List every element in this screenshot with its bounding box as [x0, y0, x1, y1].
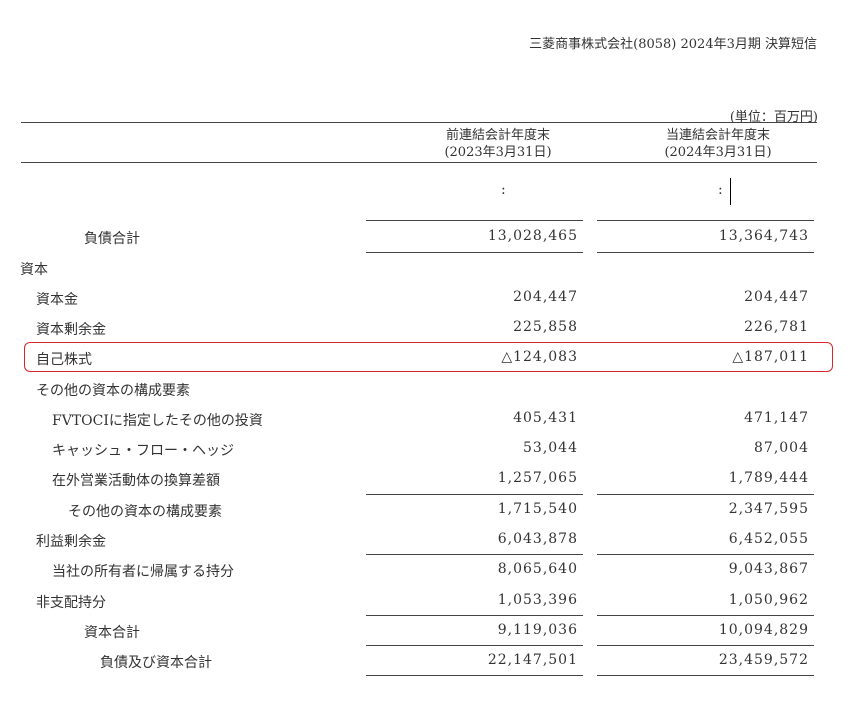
- rule: [366, 220, 583, 221]
- row-label: 当社の所有者に帰属する持分: [52, 564, 234, 580]
- rule: [597, 252, 814, 253]
- row-value-current: 1,050,962: [728, 592, 809, 608]
- rule: [597, 220, 814, 221]
- row-label: FVTOCIに指定したその他の投資: [52, 413, 263, 429]
- rule: [366, 645, 583, 646]
- column-header-previous-date: (2023年3月31日): [444, 145, 552, 160]
- row-label: 資本剰余金: [36, 322, 106, 338]
- header-bottom-rule: [21, 162, 817, 163]
- row-value-previous: 225,858: [513, 319, 578, 335]
- document-header: 三菱商事株式会社(8058) 2024年3月期 決算短信: [529, 37, 817, 52]
- row-value-previous: △124,083: [501, 349, 578, 365]
- row-label-treasury-stock: 自己株式: [36, 352, 92, 368]
- row-value-current: 87,004: [754, 440, 809, 456]
- row-label: 在外営業活動体の換算差額: [52, 473, 220, 489]
- ellipsis-mark-previous: :: [501, 182, 506, 198]
- row-label: 資本金: [36, 292, 78, 308]
- rule: [597, 675, 814, 676]
- rule: [597, 645, 814, 646]
- ellipsis-mark-current: :: [718, 182, 723, 198]
- row-value-current: △187,011: [732, 349, 809, 365]
- rule: [366, 615, 583, 616]
- row-value-previous: 1,715,540: [497, 501, 578, 517]
- rule: [366, 675, 583, 676]
- row-value-current: 204,447: [744, 289, 809, 305]
- column-header-current-date: (2024年3月31日): [664, 145, 772, 160]
- row-value-current: 2,347,595: [728, 501, 809, 517]
- rule: [366, 252, 583, 253]
- row-value-current: 10,094,829: [718, 622, 809, 638]
- table-top-rule: [21, 122, 817, 123]
- row-label: 非支配持分: [36, 595, 106, 611]
- row-value-previous: 9,119,036: [497, 622, 578, 638]
- row-value-previous: 1,053,396: [497, 592, 578, 608]
- rule: [366, 554, 583, 555]
- column-header-current: 当連結会計年度末 (2024年3月31日): [608, 127, 828, 161]
- row-label: 利益剰余金: [36, 534, 106, 550]
- rule: [366, 494, 583, 495]
- column-header-previous: 前連結会計年度末 (2023年3月31日): [388, 127, 608, 161]
- column-header-previous-period: 前連結会計年度末: [445, 128, 550, 143]
- row-value-previous: 1,257,065: [497, 470, 578, 486]
- row-value-current: 471,147: [744, 410, 809, 426]
- rule: [597, 494, 814, 495]
- row-label: 資本合計: [84, 625, 140, 641]
- row-value-current: 13,364,743: [718, 228, 809, 244]
- section-label-equity: 資本: [20, 262, 48, 278]
- rule: [597, 554, 814, 555]
- row-label: 負債及び資本合計: [100, 655, 212, 671]
- row-label: その他の資本の構成要素: [36, 383, 190, 399]
- row-value-current: 9,043,867: [728, 561, 809, 577]
- row-label: キャッシュ・フロー・ヘッジ: [52, 443, 234, 459]
- row-label: その他の資本の構成要素: [68, 504, 222, 520]
- row-value-previous: 53,044: [523, 440, 578, 456]
- row-value-previous: 8,065,640: [497, 561, 578, 577]
- row-value-current: 23,459,572: [718, 652, 809, 668]
- row-value-previous: 204,447: [513, 289, 578, 305]
- treasury-stock-highlight: [24, 342, 833, 372]
- row-value-previous: 6,043,878: [497, 531, 578, 547]
- row-value-current: 226,781: [744, 319, 809, 335]
- row-value-current: 1,789,444: [728, 470, 809, 486]
- text-cursor: [730, 178, 731, 205]
- rule: [597, 615, 814, 616]
- row-value-previous: 22,147,501: [487, 652, 578, 668]
- row-value-previous: 13,028,465: [487, 228, 578, 244]
- column-header-current-period: 当連結会計年度末: [665, 128, 770, 143]
- row-value-current: 6,452,055: [728, 531, 809, 547]
- row-value-previous: 405,431: [513, 410, 578, 426]
- row-label: 負債合計: [84, 231, 140, 247]
